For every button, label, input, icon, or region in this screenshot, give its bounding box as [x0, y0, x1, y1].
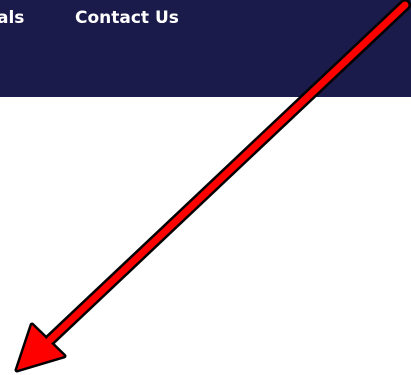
- top-navigation-bar: als Contact Us: [0, 0, 411, 97]
- nav-link-contact-us[interactable]: Contact Us: [75, 6, 179, 30]
- page: als Contact Us: [0, 0, 411, 375]
- nav-link-partial[interactable]: als: [0, 6, 24, 30]
- main-content-area: [0, 97, 411, 375]
